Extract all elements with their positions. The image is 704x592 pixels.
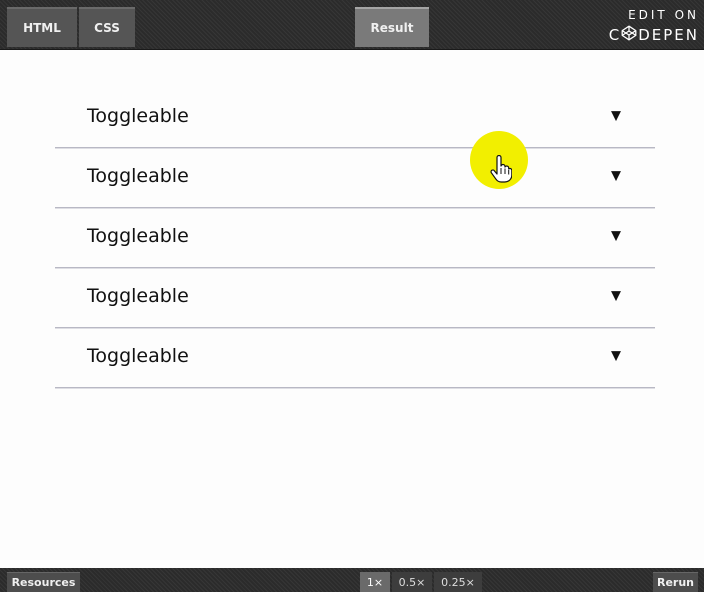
accordion-item-label: Toggleable: [87, 165, 189, 187]
codepen-wordmark-rest: DEPEN: [638, 26, 699, 44]
tab-result[interactable]: Result: [355, 7, 429, 47]
accordion-item[interactable]: Toggleable ▼: [55, 328, 655, 388]
accordion-item-label: Toggleable: [87, 105, 189, 127]
zoom-05x-button[interactable]: 0.5×: [392, 572, 432, 592]
accordion-item-label: Toggleable: [87, 225, 189, 247]
codepen-wordmark: C DEPEN: [599, 25, 699, 45]
accordion-item[interactable]: Toggleable ▼: [55, 208, 655, 268]
hand-pointer-icon: [490, 154, 513, 183]
zoom-1x-button[interactable]: 1×: [360, 572, 390, 592]
accordion-item-label: Toggleable: [87, 285, 189, 307]
accordion-item[interactable]: Toggleable ▼: [55, 148, 655, 208]
zoom-025x-button[interactable]: 0.25×: [434, 572, 482, 592]
resources-button[interactable]: Resources: [7, 572, 80, 592]
accordion-item[interactable]: Toggleable ▼: [55, 268, 655, 328]
triangle-down-icon: ▼: [611, 108, 621, 124]
rerun-button[interactable]: Rerun: [653, 572, 698, 592]
editor-header: HTML CSS Result EDIT ON C DEPEN: [0, 0, 704, 50]
editor-footer: Resources 1× 0.5× 0.25× Rerun: [0, 568, 704, 592]
codepen-logo-icon: [621, 25, 638, 45]
codepen-wordmark-c: C: [608, 26, 622, 44]
accordion: Toggleable ▼ Toggleable ▼ Toggleable ▼ T…: [55, 88, 655, 388]
accordion-item-label: Toggleable: [87, 345, 189, 367]
edit-on-label: EDIT ON: [628, 8, 699, 22]
triangle-down-icon: ▼: [611, 228, 621, 244]
result-preview: Toggleable ▼ Toggleable ▼ Toggleable ▼ T…: [0, 51, 704, 568]
triangle-down-icon: ▼: [611, 348, 621, 364]
tab-html[interactable]: HTML: [7, 7, 77, 47]
tab-css[interactable]: CSS: [79, 7, 135, 47]
edit-on-codepen-link[interactable]: EDIT ON C DEPEN: [599, 8, 699, 44]
triangle-down-icon: ▼: [611, 168, 621, 184]
accordion-item[interactable]: Toggleable ▼: [55, 88, 655, 148]
triangle-down-icon: ▼: [611, 288, 621, 304]
